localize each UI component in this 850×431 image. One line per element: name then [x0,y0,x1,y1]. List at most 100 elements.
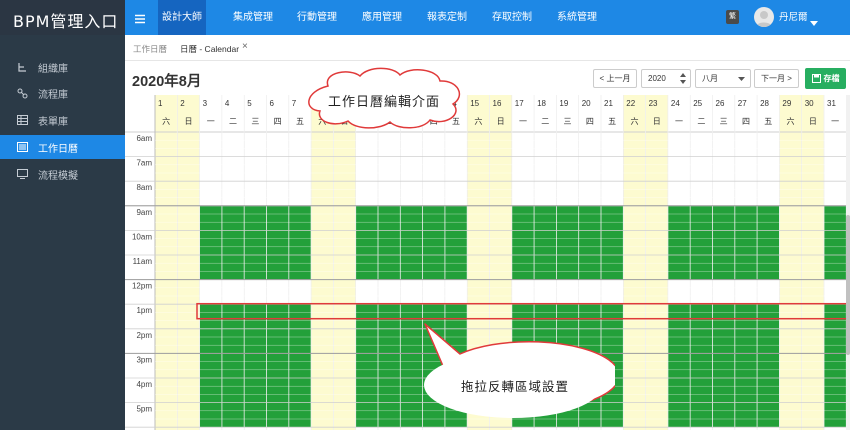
work-hour-cell[interactable] [578,230,601,255]
work-hour-cell[interactable] [757,255,780,280]
work-hour-cell[interactable] [244,378,267,403]
work-hour-cell[interactable] [244,255,267,280]
work-hour-cell[interactable] [244,230,267,255]
work-hour-cell[interactable] [734,353,758,378]
work-hour-cell[interactable] [578,205,601,231]
work-hour-cell[interactable] [221,353,245,378]
work-hour-cell[interactable] [378,353,401,378]
work-hour-cell[interactable] [757,353,780,378]
work-hour-cell[interactable] [667,402,691,428]
work-hour-cell[interactable] [378,205,401,231]
avatar[interactable] [754,7,774,27]
work-hour-cell[interactable] [288,230,312,255]
work-hour-cell[interactable] [690,328,713,354]
work-hour-cell[interactable] [734,304,758,329]
work-hour-cell[interactable] [355,353,378,378]
work-hour-cell[interactable] [824,255,847,280]
work-hour-cell[interactable] [712,378,735,403]
work-hour-cell[interactable] [221,205,245,231]
user-name[interactable]: 丹尼爾 [779,0,808,35]
nav-access-control[interactable]: 存取控制 [484,0,540,35]
work-hour-cell[interactable] [266,402,289,428]
work-hour-cell[interactable] [511,205,535,231]
work-hour-cell[interactable] [355,255,378,280]
work-hour-cell[interactable] [511,255,535,280]
work-hour-cell[interactable] [734,205,758,231]
tab-calendar[interactable]: 日曆 - Calendar [180,43,239,55]
work-hour-cell[interactable] [266,353,289,378]
work-hour-cell[interactable] [556,230,579,255]
work-hour-cell[interactable] [266,205,289,231]
work-hour-cell[interactable] [667,353,691,378]
work-hour-cell[interactable] [221,328,245,354]
work-hour-cell[interactable] [690,402,713,428]
work-hour-cell[interactable] [534,205,557,231]
work-hour-cell[interactable] [824,378,847,403]
work-hour-cell[interactable] [734,328,758,354]
work-hour-cell[interactable] [712,205,735,231]
work-hour-cell[interactable] [422,205,445,231]
work-hour-cell[interactable] [824,353,847,378]
work-hour-cell[interactable] [199,255,222,280]
work-hour-cell[interactable] [734,255,758,280]
work-hour-cell[interactable] [757,230,780,255]
work-hour-cell[interactable] [288,255,312,280]
scrollbar-thumb[interactable] [846,215,850,355]
work-hour-cell[interactable] [244,205,267,231]
work-hour-cell[interactable] [734,230,758,255]
language-badge[interactable]: 繁 [726,10,739,24]
work-hour-cell[interactable] [690,353,713,378]
nav-integration[interactable]: 集成管理 [225,0,281,35]
work-hour-cell[interactable] [601,255,624,280]
work-hour-cell[interactable] [757,205,780,231]
chevron-down-icon[interactable] [810,14,818,32]
work-hour-cell[interactable] [199,353,222,378]
work-hour-cell[interactable] [400,205,423,231]
sidebar-item-simulation[interactable]: 流程模擬 [0,162,125,186]
work-hour-cell[interactable] [824,402,847,428]
work-hour-cell[interactable] [422,255,445,280]
work-hour-cell[interactable] [378,328,401,354]
work-hour-cell[interactable] [199,402,222,428]
work-hour-cell[interactable] [667,255,691,280]
menu-icon[interactable] [135,11,145,24]
work-hour-cell[interactable] [199,230,222,255]
work-hour-cell[interactable] [355,304,378,329]
work-hour-cell[interactable] [556,205,579,231]
work-hour-cell[interactable] [444,230,468,255]
work-hour-cell[interactable] [757,378,780,403]
work-hour-cell[interactable] [378,378,401,403]
work-hour-cell[interactable] [199,304,222,329]
work-hour-cell[interactable] [288,353,312,378]
nav-mobile[interactable]: 行動管理 [289,0,345,35]
work-hour-cell[interactable] [712,304,735,329]
prev-month-button[interactable]: < 上一月 [593,69,637,88]
work-hour-cell[interactable] [712,230,735,255]
month-select[interactable]: 八月 [695,69,751,88]
next-month-button[interactable]: 下一月 > [754,69,799,88]
work-hour-cell[interactable] [734,402,758,428]
work-hour-cell[interactable] [712,328,735,354]
work-hour-cell[interactable] [266,328,289,354]
work-hour-cell[interactable] [824,205,847,231]
work-hour-cell[interactable] [690,378,713,403]
work-hour-cell[interactable] [601,230,624,255]
work-hour-cell[interactable] [266,304,289,329]
work-hour-cell[interactable] [355,205,378,231]
work-hour-cell[interactable] [757,304,780,329]
work-hour-cell[interactable] [199,378,222,403]
work-hour-cell[interactable] [712,353,735,378]
work-hour-cell[interactable] [199,205,222,231]
work-hour-cell[interactable] [400,255,423,280]
work-hour-cell[interactable] [444,205,468,231]
work-hour-cell[interactable] [288,402,312,428]
work-hour-cell[interactable] [712,402,735,428]
save-button[interactable]: 存檔 [805,68,846,89]
work-hour-cell[interactable] [601,205,624,231]
work-hour-cell[interactable] [244,402,267,428]
work-hour-cell[interactable] [221,402,245,428]
work-hour-cell[interactable] [244,304,267,329]
work-hour-cell[interactable] [824,328,847,354]
work-hour-cell[interactable] [244,353,267,378]
nav-reports[interactable]: 報表定制 [419,0,475,35]
